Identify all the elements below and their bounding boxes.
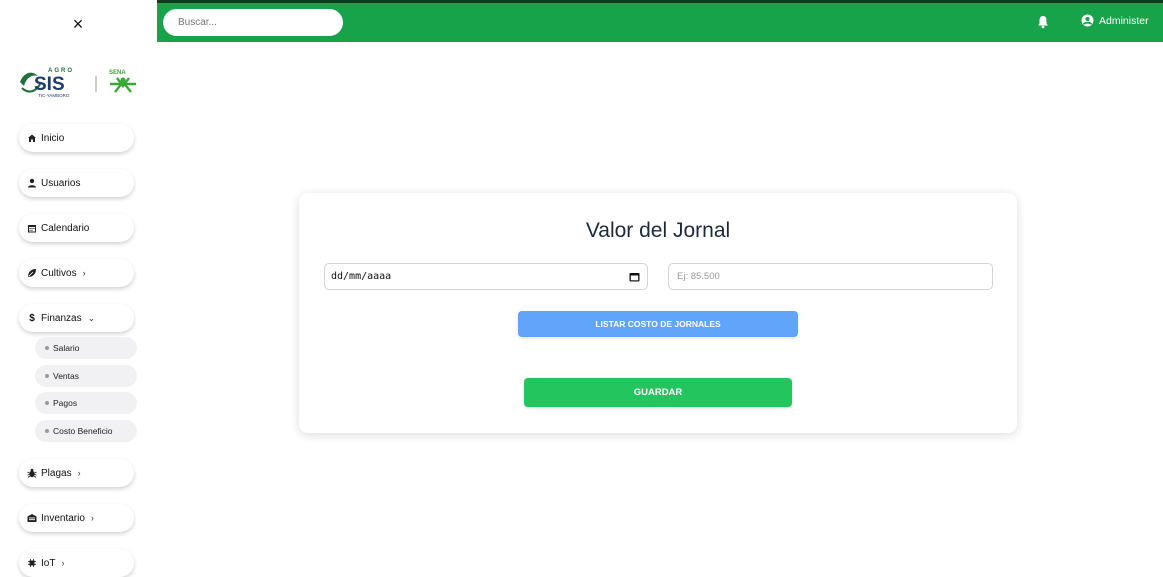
chevron-right-icon: › [61, 558, 65, 568]
submenu-item-salario[interactable]: Salario [35, 337, 137, 359]
logos: AGRO SIS TIC-YAMBORO SENA [18, 64, 142, 100]
logo-sis-text: SIS [34, 74, 65, 95]
sidebar: × AGRO SIS TIC-YAMBORO SENA Inicio Usuar… [0, 0, 157, 577]
submenu-item-pagos[interactable]: Pagos [35, 392, 137, 414]
agrosis-logo-icon: AGRO SIS TIC-YAMBORO SENA [20, 68, 136, 98]
jornal-value-input[interactable] [668, 263, 993, 290]
sidebar-item-inicio[interactable]: Inicio [19, 124, 134, 152]
warehouse-icon [27, 513, 37, 523]
top-bar: Administer [157, 3, 1163, 42]
sidebar-item-plagas[interactable]: Plagas › [19, 459, 134, 487]
sidebar-item-label: Inventario [41, 512, 85, 524]
logo-sub-text: TIC-YAMBORO [38, 93, 70, 98]
sidebar-item-usuarios[interactable]: Usuarios [19, 169, 134, 197]
user-menu[interactable]: Administer [1081, 14, 1149, 27]
chevron-right-icon: › [82, 268, 86, 278]
leaf-icon [27, 268, 37, 278]
bullet-icon [45, 429, 49, 433]
chevron-down-icon: ⌄ [87, 312, 96, 323]
submenu-item-label: Ventas [53, 371, 79, 381]
calendar-icon[interactable] [629, 272, 640, 285]
user-name: Administer [1099, 14, 1149, 27]
user-icon [27, 178, 37, 188]
close-sidebar-button[interactable]: × [68, 14, 88, 34]
home-icon [27, 133, 37, 143]
submenu-item-label: Costo Beneficio [53, 426, 113, 436]
chevron-right-icon: › [90, 513, 94, 523]
chevron-right-icon: › [77, 468, 81, 478]
sidebar-item-label: Inicio [41, 132, 65, 144]
bullet-icon [45, 374, 49, 378]
sidebar-item-label: Plagas [41, 467, 72, 479]
save-button[interactable]: GUARDAR [524, 378, 792, 407]
sidebar-item-finanzas[interactable]: $ Finanzas ⌄ [19, 304, 134, 332]
submenu-item-costo-beneficio[interactable]: Costo Beneficio [35, 420, 137, 442]
bullet-icon [45, 401, 49, 405]
submenu-item-label: Pagos [53, 398, 78, 408]
submenu-item-label: Salario [53, 343, 80, 353]
sidebar-item-label: Calendario [41, 222, 90, 234]
calendar-icon [27, 223, 37, 233]
sidebar-item-cultivos[interactable]: Cultivos › [19, 259, 134, 287]
sidebar-item-label: Cultivos [41, 267, 77, 279]
chip-icon [27, 558, 37, 568]
sidebar-item-calendario[interactable]: Calendario [19, 214, 134, 242]
bug-icon [27, 468, 37, 478]
bell-icon[interactable] [1037, 15, 1049, 29]
search-input[interactable] [163, 9, 343, 36]
sidebar-item-iot[interactable]: IoT › [19, 549, 134, 577]
page-title: Valor del Jornal [585, 219, 731, 242]
user-circle-icon [1081, 14, 1094, 27]
date-field-value: dd/mm/aaaa [331, 271, 392, 282]
dollar-icon: $ [29, 312, 35, 324]
sidebar-item-label: Usuarios [41, 177, 81, 189]
bullet-icon [45, 346, 49, 350]
list-jornales-button[interactable]: LISTAR COSTO DE JORNALES [518, 311, 798, 337]
sidebar-item-label: IoT [41, 557, 56, 569]
sidebar-item-label: Finanzas [41, 312, 82, 324]
sidebar-item-inventario[interactable]: Inventario › [19, 504, 134, 532]
logo-sena-text: SENA [109, 70, 126, 76]
jornal-form-card: Valor del Jornal dd/mm/aaaa LISTAR COSTO… [299, 193, 1017, 433]
submenu-item-ventas[interactable]: Ventas [35, 365, 137, 387]
date-field[interactable]: dd/mm/aaaa [324, 263, 648, 290]
